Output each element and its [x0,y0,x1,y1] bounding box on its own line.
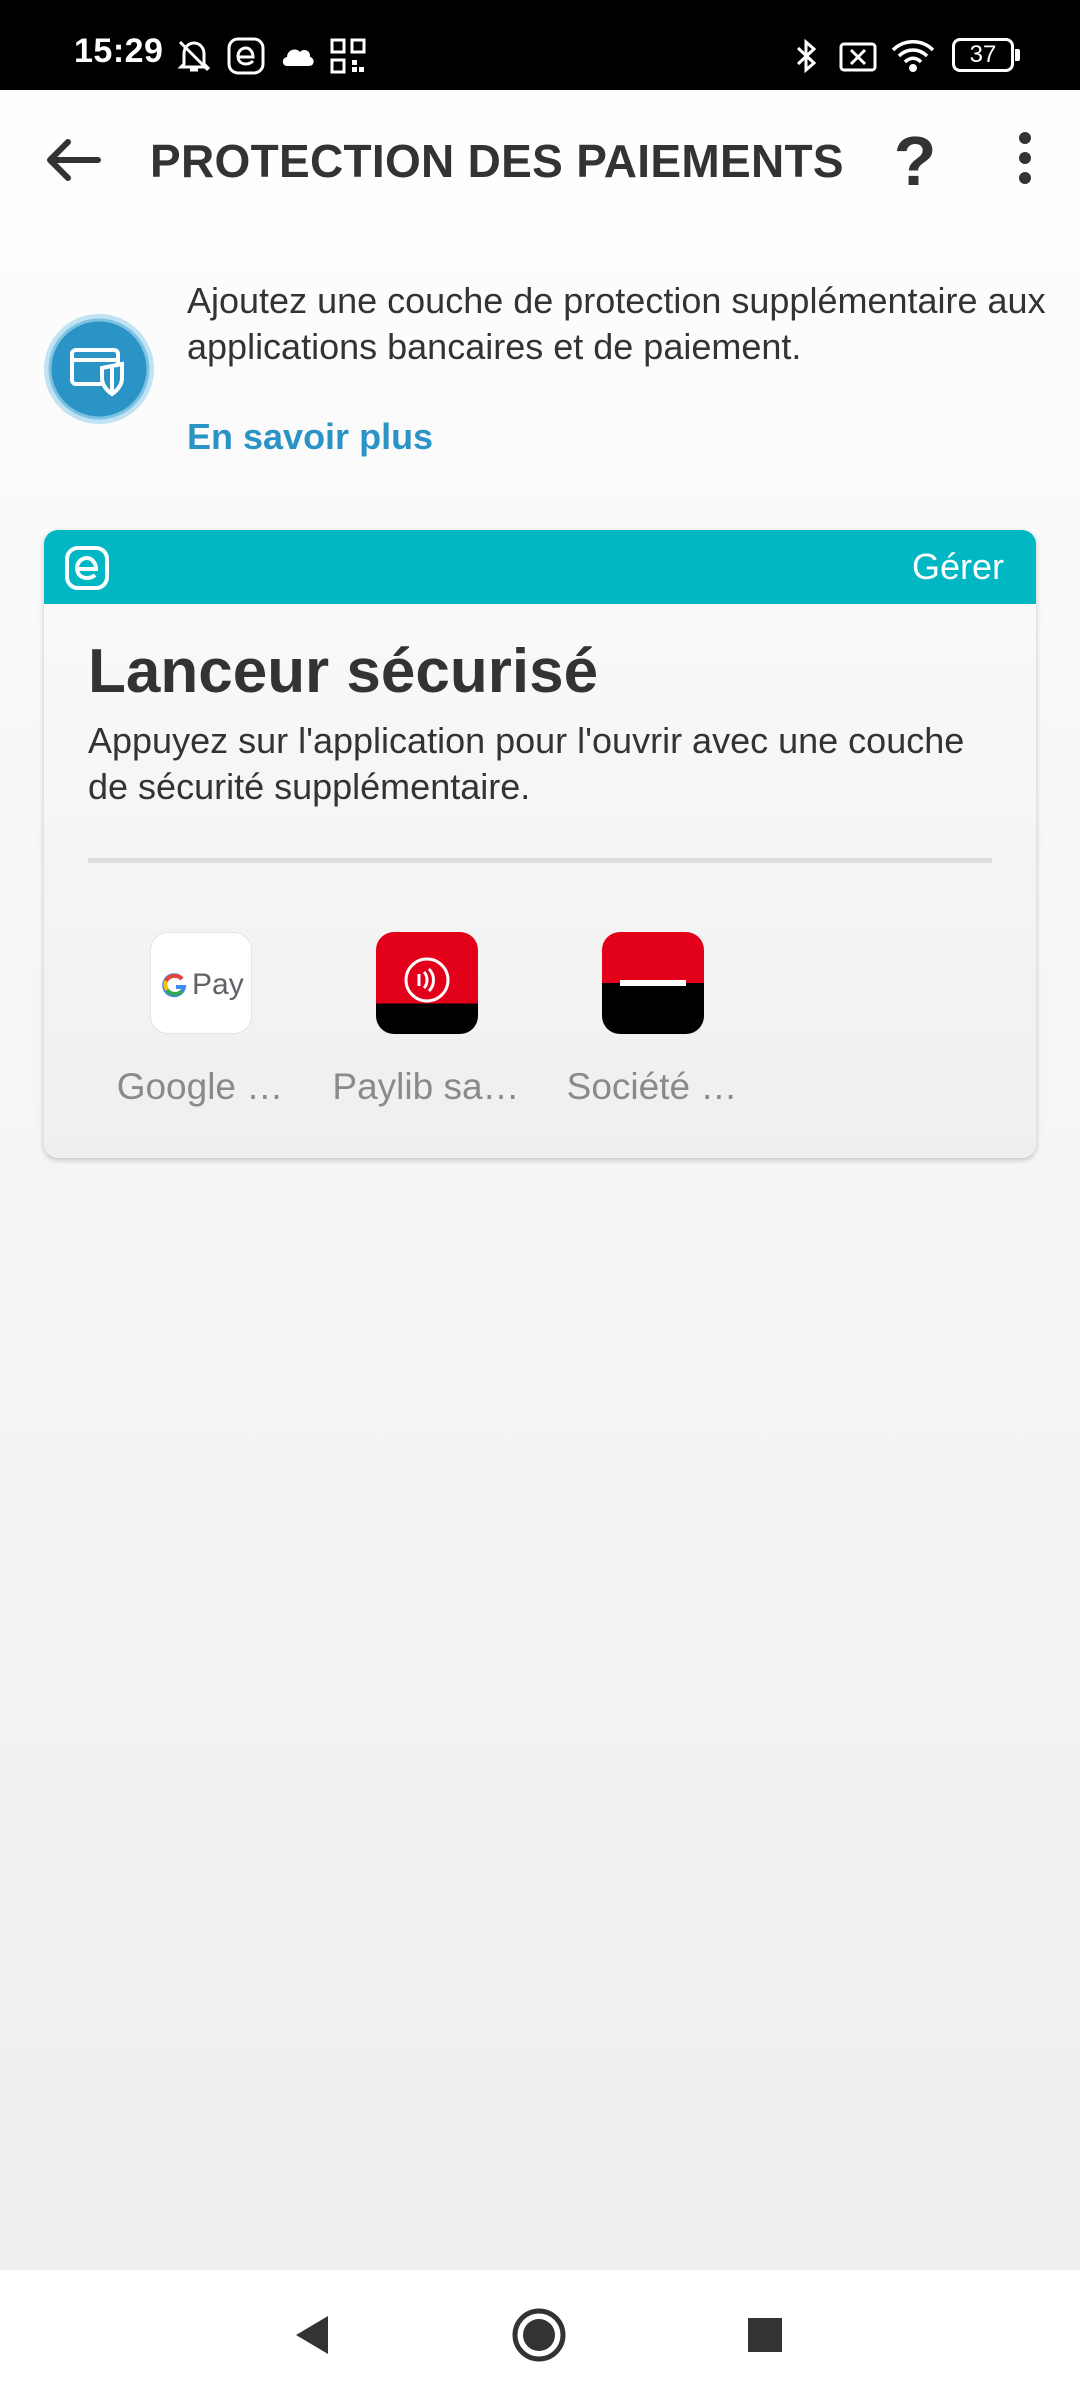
learn-more-link[interactable]: En savoir plus [187,416,433,458]
help-button[interactable]: ? [880,116,950,206]
secure-launcher-card: Gérer Lanceur sécurisé Appuyez sur l'app… [44,530,1036,1158]
nav-recents-button[interactable] [730,2300,800,2370]
app-label: Google … [116,1066,284,1107]
payment-protection-shield-icon [44,314,154,424]
qr-code-icon [330,38,366,74]
societe-generale-icon [602,932,704,1034]
arrow-back-icon [47,139,101,181]
battery-icon: 37 [952,38,1022,72]
app-label: Paylib sa… [332,1066,520,1107]
more-dot-icon [1019,152,1031,164]
sim-off-icon [839,42,877,72]
intro-text: Ajoutez une couche de protection supplém… [187,280,1046,367]
bluetooth-icon [796,38,817,74]
nav-back-triangle-icon [296,2316,328,2354]
app-item-paylib[interactable]: Paylib sa… [326,932,526,1132]
app-item-google-pay[interactable]: Pay Google … [100,932,300,1132]
eset-logo-icon [65,546,109,590]
page-title: PROTECTION DES PAIEMENTS [150,135,844,187]
navigation-bar [0,2270,1080,2400]
app-bar: PROTECTION DES PAIEMENTS ? [0,90,1080,230]
status-right-icons: 37 [790,36,1040,76]
app-item-societe-generale[interactable]: Société … [552,932,752,1132]
status-bar: 15:29 37 [0,0,1080,90]
more-dot-icon [1019,132,1031,144]
notifications-off-icon [177,40,211,72]
google-pay-icon-text: Pay [192,968,244,1001]
cloud-icon [282,49,314,66]
card-divider [88,858,992,863]
card-description: Appuyez sur l'application pour l'ouvrir … [88,720,965,807]
battery-level: 37 [952,38,1014,72]
more-dot-icon [1019,172,1031,184]
google-pay-icon: Pay [150,932,252,1034]
nav-back-button[interactable] [278,2300,348,2370]
status-time: 15:29 [74,32,164,70]
eset-icon [227,37,265,75]
card-title: Lanceur sécurisé [88,637,599,706]
paylib-icon [376,932,478,1034]
manage-button[interactable]: Gérer [912,546,1004,588]
back-button[interactable] [36,124,116,196]
nav-home-button[interactable] [504,2300,574,2370]
more-options-button[interactable] [1000,126,1050,196]
nav-recents-square-icon [748,2318,782,2352]
wifi-icon [891,40,935,72]
app-label: Société … [566,1066,738,1107]
card-header: Gérer [44,530,1036,604]
nav-home-circle-icon [512,2308,566,2362]
